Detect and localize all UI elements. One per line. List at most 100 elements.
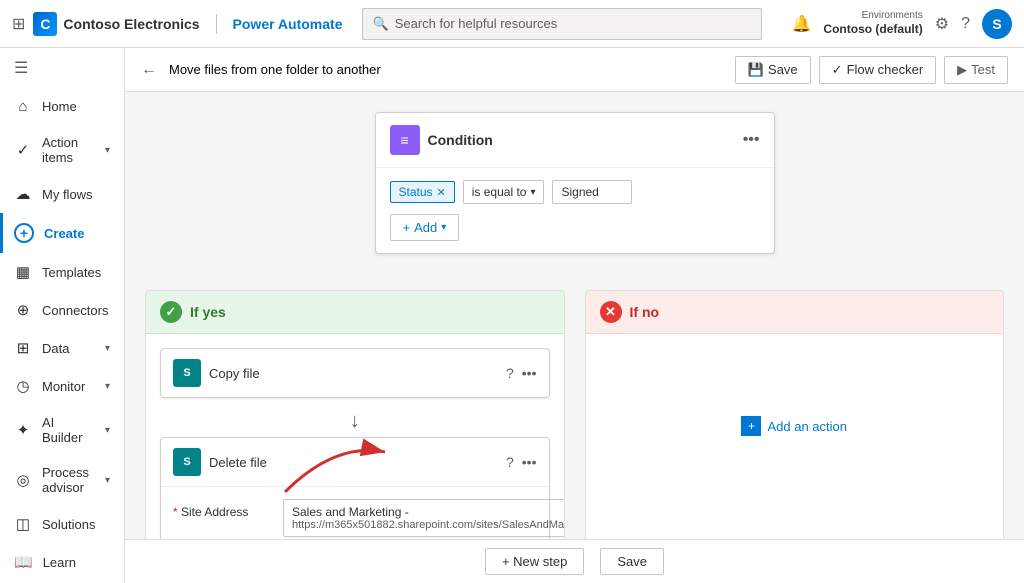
process-advisor-icon: ◎ [14, 471, 32, 489]
delete-file-menu-icon[interactable]: ••• [522, 454, 537, 470]
logo-icon: C [33, 12, 57, 36]
back-arrow[interactable]: ← [141, 61, 157, 79]
status-remove-btn[interactable]: ✕ [437, 186, 446, 199]
sidebar-label-connectors: Connectors [42, 303, 108, 318]
add-action-label-no: Add an action [767, 419, 847, 434]
copy-file-header: S Copy file ? ••• [161, 349, 549, 397]
help-icon[interactable]: ? [961, 15, 970, 33]
site-address-row: Site Address Sales and Marketing - https… [173, 499, 537, 537]
branch-yes-header: ✓ If yes [146, 291, 564, 334]
operator-select[interactable]: is equal to ▾ [463, 180, 545, 204]
environment-info: Environments Contoso (default) [823, 10, 922, 36]
sidebar-item-ai-builder[interactable]: ✦ AI Builder ▾ [0, 405, 124, 455]
bottom-save-button[interactable]: Save [600, 548, 664, 575]
arrow-connector: ↓ [160, 406, 550, 437]
add-condition-button[interactable]: + Add ▾ [390, 214, 460, 241]
copy-file-menu-icon[interactable]: ••• [522, 365, 537, 381]
templates-icon: ▦ [14, 263, 32, 281]
add-action-no[interactable]: + Add an action [600, 408, 990, 444]
flow-checker-icon: ✓ [832, 62, 843, 78]
branch-yes-label: If yes [190, 304, 226, 320]
my-flows-icon: ☁ [14, 185, 32, 203]
sidebar-label-data: Data [42, 341, 69, 356]
delete-file-header: S Delete file ? ••• [161, 438, 549, 486]
condition-value[interactable]: Signed [552, 180, 632, 204]
status-badge[interactable]: Status ✕ [390, 181, 455, 203]
add-chevron: ▾ [441, 222, 446, 233]
sidebar-item-home[interactable]: ⌂ Home [0, 88, 124, 125]
condition-body: Status ✕ is equal to ▾ Signed [376, 168, 774, 253]
branch-no-icon: ✕ [600, 301, 622, 323]
create-plus-icon: + [14, 223, 34, 243]
sidebar-item-templates[interactable]: ▦ Templates [0, 253, 124, 291]
sidebar-item-my-flows[interactable]: ☁ My flows [0, 175, 124, 213]
flow-topbar: ← Move files from one folder to another … [125, 48, 1024, 92]
new-step-button[interactable]: + New step [485, 548, 584, 575]
solutions-icon: ◫ [14, 515, 32, 533]
sidebar-item-learn[interactable]: 📖 Learn [0, 543, 124, 581]
hamburger-button[interactable]: ☰ [0, 48, 124, 88]
ai-builder-icon: ✦ [14, 421, 32, 439]
bottom-bar: + New step Save [125, 539, 1024, 583]
brand-logo: C Contoso Electronics [33, 12, 199, 36]
branch-yes-icon: ✓ [160, 301, 182, 323]
sidebar-item-create[interactable]: + Create [0, 213, 124, 253]
operator-label: is equal to [472, 185, 527, 199]
env-label: Environments [862, 10, 923, 22]
condition-icon: ≡ [390, 125, 420, 155]
condition-menu-icon[interactable]: ••• [743, 131, 760, 149]
sidebar-item-monitor[interactable]: ◷ Monitor ▾ [0, 367, 124, 405]
test-icon: ▶ [957, 62, 967, 78]
copy-file-actions: ? ••• [506, 365, 537, 381]
flow-title: Move files from one folder to another [169, 62, 381, 77]
site-address-input[interactable]: Sales and Marketing - https://m365x50188… [283, 499, 565, 537]
sidebar-label-solutions: Solutions [42, 517, 95, 532]
sidebar-item-solutions[interactable]: ◫ Solutions [0, 505, 124, 543]
topbar-right: 🔔 Environments Contoso (default) ⚙ ? S [792, 9, 1013, 39]
sidebar-item-action-items[interactable]: ✓ Action items ▾ [0, 125, 124, 175]
condition-row: Status ✕ is equal to ▾ Signed [390, 180, 760, 204]
expand-icon-monitor: ▾ [105, 381, 110, 392]
operator-chevron: ▾ [530, 187, 535, 198]
site-address-url: https://m365x501882.sharepoint.com/sites… [292, 519, 565, 531]
condition-block: ≡ Condition ••• Status ✕ is equal t [375, 112, 775, 254]
env-name: Contoso (default) [823, 22, 922, 36]
sidebar-label-ai-builder: AI Builder [42, 415, 95, 445]
delete-file-actions: ? ••• [506, 454, 537, 470]
action-items-icon: ✓ [14, 141, 32, 159]
expand-icon: ▾ [105, 145, 110, 156]
save-icon: 💾 [748, 62, 764, 78]
copy-file-help-icon[interactable]: ? [506, 365, 514, 381]
learn-icon: 📖 [14, 553, 33, 571]
sidebar-label-templates: Templates [42, 265, 101, 280]
branch-no-content: + Add an action [586, 334, 1004, 458]
sidebar-item-data[interactable]: ⊞ Data ▾ [0, 329, 124, 367]
flow-topbar-actions: 💾 Save ✓ Flow checker ▶ Test [735, 56, 1008, 84]
search-placeholder: Search for helpful resources [395, 16, 558, 31]
site-address-label: Site Address [173, 499, 273, 519]
monitor-icon: ◷ [14, 377, 32, 395]
main-canvas: ≡ Condition ••• Status ✕ is equal t [125, 92, 1024, 583]
notification-icon[interactable]: 🔔 [792, 14, 812, 34]
status-label: Status [399, 185, 433, 199]
settings-icon[interactable]: ⚙ [935, 14, 949, 34]
test-button[interactable]: ▶ Test [944, 56, 1008, 84]
expand-icon-process: ▾ [105, 475, 110, 486]
topbar: ⊞ C Contoso Electronics Power Automate 🔍… [0, 0, 1024, 48]
copy-file-title: Copy file [209, 366, 498, 381]
delete-file-help-icon[interactable]: ? [506, 454, 514, 470]
flow-checker-button[interactable]: ✓ Flow checker [819, 56, 936, 84]
branch-no-label: If no [630, 304, 660, 320]
save-button[interactable]: 💾 Save [735, 56, 811, 84]
copy-file-icon: S [173, 359, 201, 387]
sidebar-item-process-advisor[interactable]: ◎ Process advisor ▾ [0, 455, 124, 505]
data-icon: ⊞ [14, 339, 32, 357]
condition-header: ≡ Condition ••• [376, 113, 774, 168]
sidebar-label-monitor: Monitor [42, 379, 85, 394]
sidebar-label-create: Create [44, 226, 84, 241]
sidebar-item-connectors[interactable]: ⊕ Connectors [0, 291, 124, 329]
divider [216, 14, 217, 34]
user-avatar[interactable]: S [982, 9, 1012, 39]
search-box[interactable]: 🔍 Search for helpful resources [362, 8, 762, 40]
app-grid-icon[interactable]: ⊞ [12, 14, 25, 34]
